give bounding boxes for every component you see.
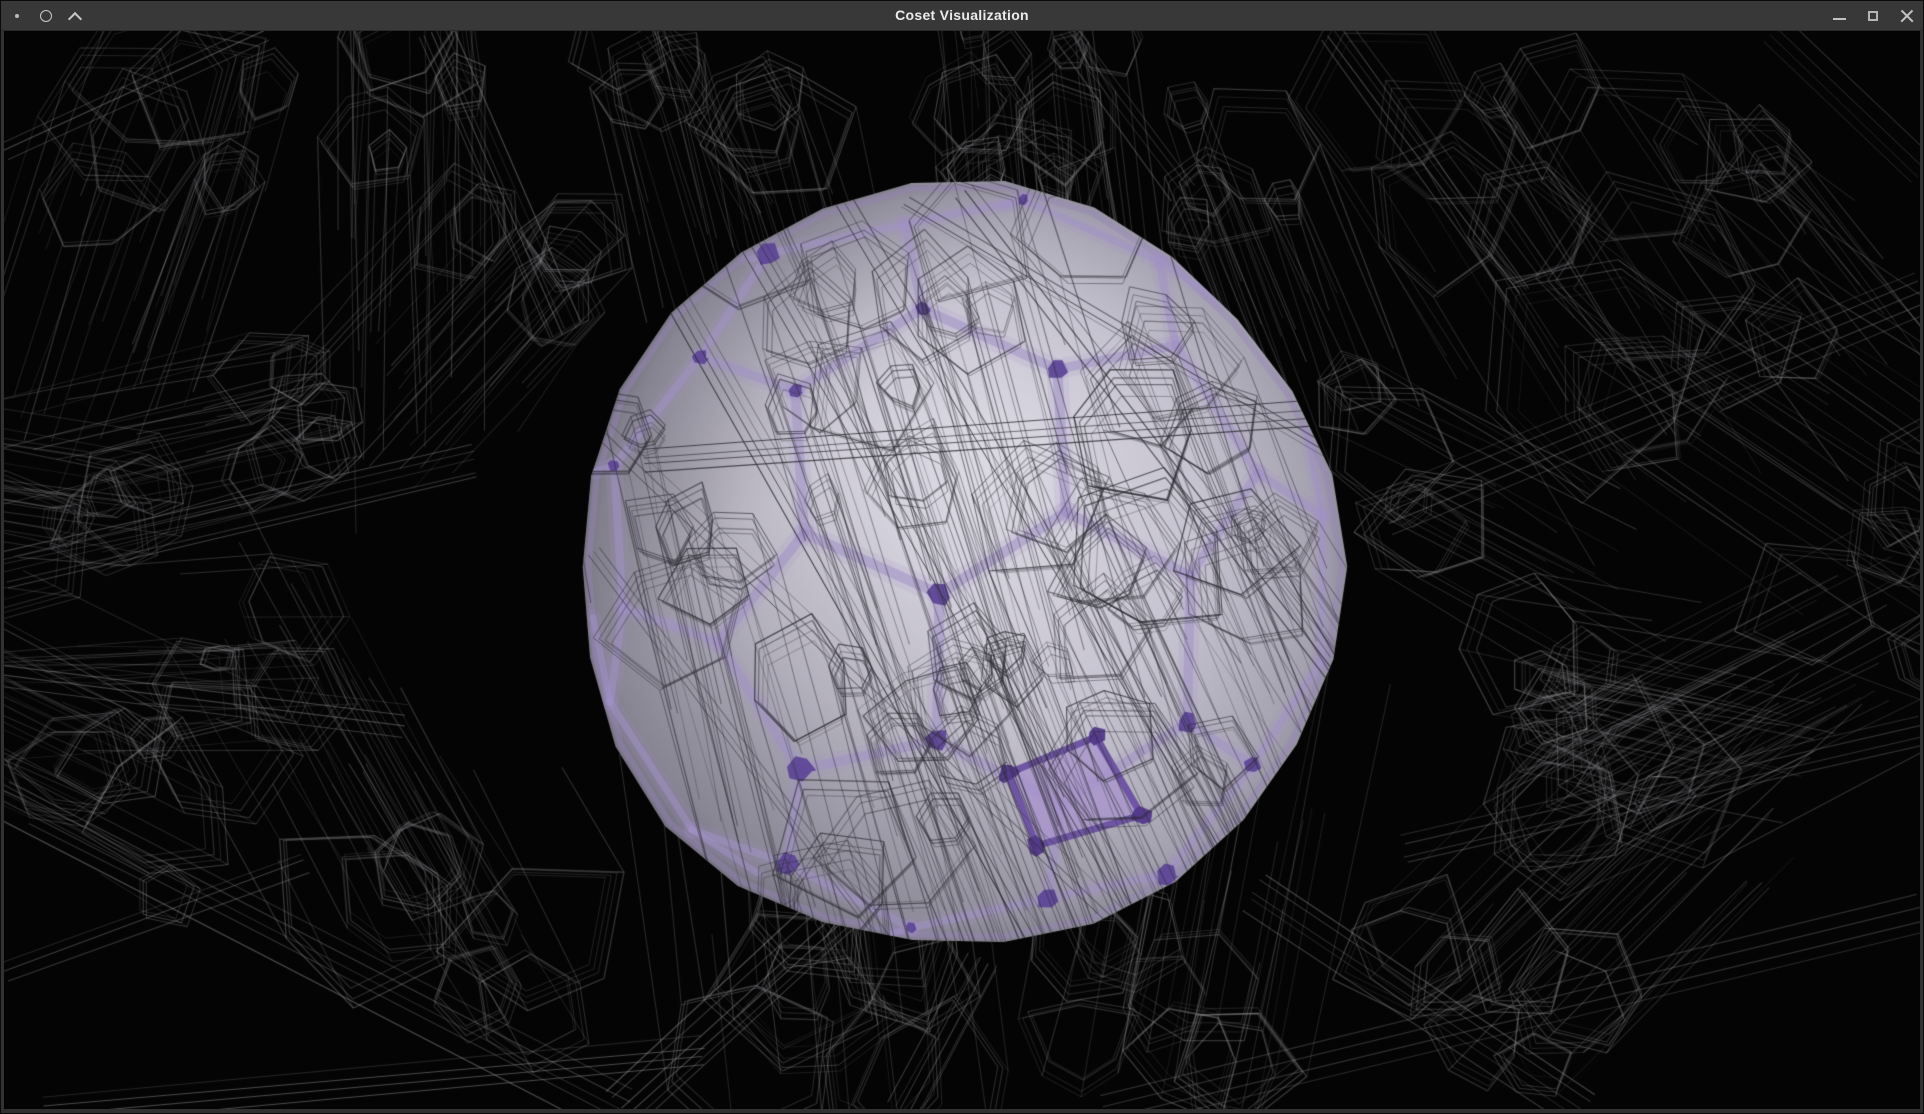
chevron-up-icon[interactable] <box>67 8 83 24</box>
titlebar[interactable]: Coset Visualization <box>1 1 1923 31</box>
close-button[interactable] <box>1899 8 1915 24</box>
dot-icon[interactable] <box>9 8 25 24</box>
viewport-canvas[interactable] <box>4 31 1920 1109</box>
minimize-button[interactable] <box>1831 8 1847 24</box>
app-circle-icon[interactable] <box>38 8 54 24</box>
window-controls <box>1831 1 1915 31</box>
window-title: Coset Visualization <box>1 1 1923 31</box>
maximize-button[interactable] <box>1865 8 1881 24</box>
app-window: Coset Visualization <box>0 0 1924 1114</box>
titlebar-left-icons <box>9 1 83 31</box>
3d-viewport <box>4 31 1920 1109</box>
